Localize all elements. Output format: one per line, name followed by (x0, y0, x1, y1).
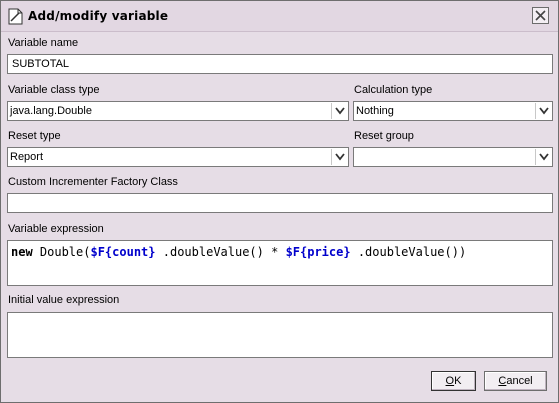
class-type-combobox[interactable]: java.lang.Double (7, 101, 349, 121)
close-icon (535, 10, 546, 21)
ok-mnemonic: O (445, 375, 455, 387)
reset-type-dropdown-button[interactable] (331, 149, 347, 165)
chevron-down-icon (335, 107, 345, 115)
calc-type-dropdown-button[interactable] (535, 103, 551, 119)
reset-type-label: Reset type (8, 130, 61, 142)
chevron-down-icon (539, 107, 549, 115)
incrementer-input[interactable] (7, 193, 553, 213)
class-type-label: Variable class type (8, 84, 100, 96)
initial-value-label: Initial value expression (8, 294, 120, 306)
reset-group-combobox[interactable] (353, 147, 553, 167)
reset-type-value: Report (10, 151, 44, 163)
reset-type-combobox[interactable]: Report (7, 147, 349, 167)
calc-type-value: Nothing (356, 105, 394, 117)
field-reference-count: $F{count} (90, 245, 156, 259)
expression-part-2: .doubleValue() * (155, 245, 286, 259)
cancel-rest: ancel (506, 375, 533, 387)
keyword-new: new (11, 245, 33, 259)
variable-name-label: Variable name (8, 37, 79, 49)
ok-button[interactable]: OK (431, 371, 476, 391)
initial-value-editor[interactable] (7, 312, 553, 358)
calc-type-combobox[interactable]: Nothing (353, 101, 553, 121)
close-button[interactable] (532, 7, 549, 24)
class-type-value: java.lang.Double (10, 105, 92, 117)
chevron-down-icon (335, 153, 345, 161)
chevron-down-icon (539, 153, 549, 161)
cancel-button[interactable]: Cancel (484, 371, 547, 391)
ok-rest: K (454, 375, 462, 387)
expression-part-1: Double( (32, 245, 91, 259)
field-reference-price: $F{price} (285, 245, 351, 259)
reset-group-label: Reset group (354, 130, 414, 142)
incrementer-label: Custom Incrementer Factory Class (8, 176, 178, 188)
variable-expression-editor[interactable]: new Double($F{count} .doubleValue() * $F… (7, 240, 553, 286)
window-title: Add/modify variable (28, 9, 169, 23)
class-type-dropdown-button[interactable] (331, 103, 347, 119)
add-modify-variable-dialog: Add/modify variable Variable name SUBTOT… (0, 0, 559, 403)
expression-text: new Double($F{count} .doubleValue() * $F… (11, 245, 466, 259)
document-icon (8, 8, 23, 25)
calc-type-label: Calculation type (354, 84, 433, 96)
expression-part-3: .doubleValue()) (350, 245, 467, 259)
title-bar[interactable]: Add/modify variable (1, 1, 558, 32)
reset-group-dropdown-button[interactable] (535, 149, 551, 165)
variable-name-input[interactable]: SUBTOTAL (7, 54, 553, 74)
expression-label: Variable expression (8, 223, 104, 235)
